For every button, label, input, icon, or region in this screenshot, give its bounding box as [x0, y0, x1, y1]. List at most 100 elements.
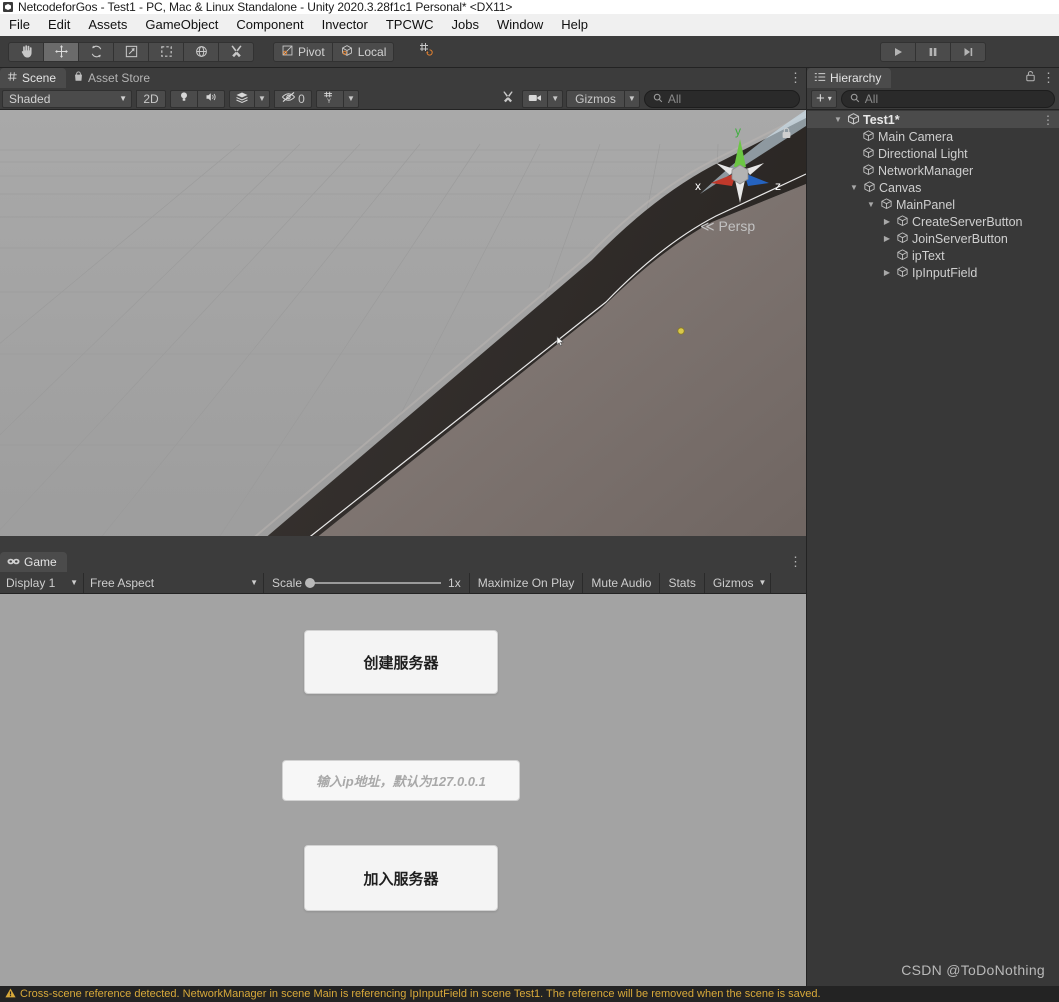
aspect-dropdown[interactable]: Free Aspect ▼: [84, 572, 264, 593]
menu-assets[interactable]: Assets: [79, 14, 136, 36]
chevron-right-icon[interactable]: ▶: [881, 268, 893, 277]
hierarchy-item-directional-light[interactable]: Directional Light: [807, 145, 1059, 162]
projection-mode-label[interactable]: ≪ Persp: [700, 218, 755, 235]
pivot-button[interactable]: Pivot: [273, 41, 333, 62]
scene-camera-group: ▼: [522, 89, 564, 108]
rotate-tool-button[interactable]: [78, 41, 114, 62]
rect-transform-icon: [159, 44, 174, 59]
menu-gameobject[interactable]: GameObject: [136, 14, 227, 36]
game-tabbar: Game ⋮: [0, 552, 806, 572]
transform-tool-button[interactable]: [183, 41, 219, 62]
effects-dropdown-button[interactable]: ▼: [254, 89, 270, 108]
custom-tool-button[interactable]: [218, 41, 254, 62]
grid-snap-button[interactable]: [411, 41, 442, 62]
grid-dropdown-button[interactable]: ▼: [343, 89, 359, 108]
hierarchy-options-kebab[interactable]: ⋮: [1042, 71, 1055, 84]
chevron-down-icon[interactable]: ▼: [832, 115, 844, 124]
effects-toggle-button[interactable]: [229, 89, 255, 108]
hierarchy-item-ipinputfield[interactable]: ▶ IpInputField: [807, 264, 1059, 281]
hierarchy-item-mainpanel[interactable]: ▼ MainPanel: [807, 196, 1059, 213]
scale-slider-knob[interactable]: [305, 577, 316, 588]
pivot-center-icon: [281, 44, 294, 60]
hierarchy-item-networkmanager[interactable]: NetworkManager: [807, 162, 1059, 179]
ip-input-field[interactable]: 输入ip地址，默认为127.0.0.1: [282, 760, 520, 801]
rect-tool-button[interactable]: [148, 41, 184, 62]
tab-hierarchy[interactable]: Hierarchy: [807, 68, 892, 88]
pause-button[interactable]: [915, 42, 951, 62]
scene-search-input[interactable]: All: [643, 89, 801, 108]
maximize-on-play-button[interactable]: Maximize On Play: [469, 572, 584, 593]
hierarchy-item-label: ipText: [912, 248, 945, 263]
tab-game[interactable]: Game: [0, 552, 67, 572]
game-controller-icon: [7, 555, 20, 569]
scene-panel-bottom-strip: [0, 536, 806, 552]
axis-z-label: z: [775, 179, 781, 193]
chevron-right-icon[interactable]: ▶: [881, 217, 893, 226]
stats-button[interactable]: Stats: [660, 572, 705, 593]
audio-toggle-button[interactable]: [197, 89, 225, 108]
grid-toggle-button[interactable]: Y: [316, 89, 344, 108]
draw-mode-dropdown[interactable]: Shaded ▼: [2, 89, 132, 108]
game-gizmos-button[interactable]: Gizmos ▼: [704, 572, 772, 593]
chevron-down-icon: ▼: [758, 578, 767, 587]
add-gameobject-button[interactable]: + ▾: [811, 89, 837, 108]
play-button[interactable]: [880, 42, 916, 62]
menu-tpcwc[interactable]: TPCWC: [377, 14, 443, 36]
playmode-controls: [880, 42, 986, 62]
step-button[interactable]: [950, 42, 986, 62]
join-server-button-label: 加入服务器: [363, 870, 439, 888]
hierarchy-search-placeholder: All: [864, 91, 879, 106]
hierarchy-item-canvas[interactable]: ▼ Canvas: [807, 179, 1059, 196]
scale-tool-button[interactable]: [113, 41, 149, 62]
hierarchy-item-main-camera[interactable]: Main Camera: [807, 128, 1059, 145]
mute-audio-button[interactable]: Mute Audio: [583, 572, 661, 593]
scale-slider[interactable]: [305, 577, 442, 588]
menu-component[interactable]: Component: [227, 14, 312, 36]
local-button[interactable]: Local: [331, 41, 395, 62]
tab-asset-store[interactable]: Asset Store: [66, 68, 160, 88]
lock-icon[interactable]: [1025, 69, 1036, 87]
gameobject-cube-icon: [880, 197, 893, 213]
gizmos-button[interactable]: Gizmos: [566, 89, 625, 108]
hidden-objects-button[interactable]: 0: [274, 89, 312, 108]
scene-camera-button[interactable]: [522, 89, 549, 108]
scene-toolbar: Shaded ▼ 2D ▼ 0 Y ▼ ▼ Gizmos ▼ All: [0, 88, 806, 110]
chevron-right-icon[interactable]: ▶: [881, 234, 893, 243]
join-server-button[interactable]: 加入服务器: [304, 845, 498, 911]
gizmos-dropdown[interactable]: ▼: [623, 89, 640, 108]
menu-window[interactable]: Window: [488, 14, 552, 36]
game-options-kebab[interactable]: ⋮: [789, 555, 802, 568]
menu-jobs[interactable]: Jobs: [443, 14, 488, 36]
scene-icon: [847, 112, 860, 128]
hierarchy-item-test1[interactable]: ▼ Test1* ⋮: [807, 111, 1059, 128]
toggle-2d-button[interactable]: 2D: [136, 89, 166, 108]
hierarchy-item-joinserverbutton[interactable]: ▶ JoinServerButton: [807, 230, 1059, 247]
menu-file[interactable]: File: [0, 14, 39, 36]
display-dropdown[interactable]: Display 1 ▼: [0, 572, 84, 593]
scene-camera-dropdown[interactable]: ▼: [547, 89, 564, 108]
chevron-down-icon[interactable]: ▼: [865, 200, 877, 209]
tab-hierarchy-label: Hierarchy: [830, 71, 882, 85]
scene-viewport[interactable]: y x z ≪ Persp: [0, 110, 806, 552]
gizmo-lock-icon[interactable]: [781, 126, 792, 144]
hierarchy-item-iptext[interactable]: ipText: [807, 247, 1059, 264]
local-cube-icon: [340, 44, 354, 60]
tab-scene[interactable]: Scene: [0, 68, 67, 88]
scene-tools-button[interactable]: [496, 90, 520, 108]
scene-context-kebab[interactable]: ⋮: [1042, 114, 1054, 126]
menu-edit[interactable]: Edit: [39, 14, 79, 36]
game-viewport[interactable]: 创建服务器 输入ip地址，默认为127.0.0.1 加入服务器: [0, 594, 806, 986]
scene-options-kebab[interactable]: ⋮: [789, 71, 802, 84]
hierarchy-item-label: Directional Light: [878, 146, 968, 161]
menu-invector[interactable]: Invector: [313, 14, 377, 36]
create-server-button[interactable]: 创建服务器: [304, 630, 498, 694]
hierarchy-item-createserverbutton[interactable]: ▶ CreateServerButton: [807, 213, 1059, 230]
status-bar[interactable]: Cross-scene reference detected. NetworkM…: [0, 986, 1059, 1002]
hand-tool-button[interactable]: [8, 41, 44, 62]
hierarchy-search-input[interactable]: All: [840, 89, 1055, 108]
move-tool-button[interactable]: [43, 41, 79, 62]
chevron-down-icon[interactable]: ▼: [848, 183, 860, 192]
scene-orientation-gizmo[interactable]: y x z ≪ Persp: [686, 118, 794, 236]
menu-help[interactable]: Help: [552, 14, 597, 36]
lighting-toggle-button[interactable]: [170, 89, 198, 108]
